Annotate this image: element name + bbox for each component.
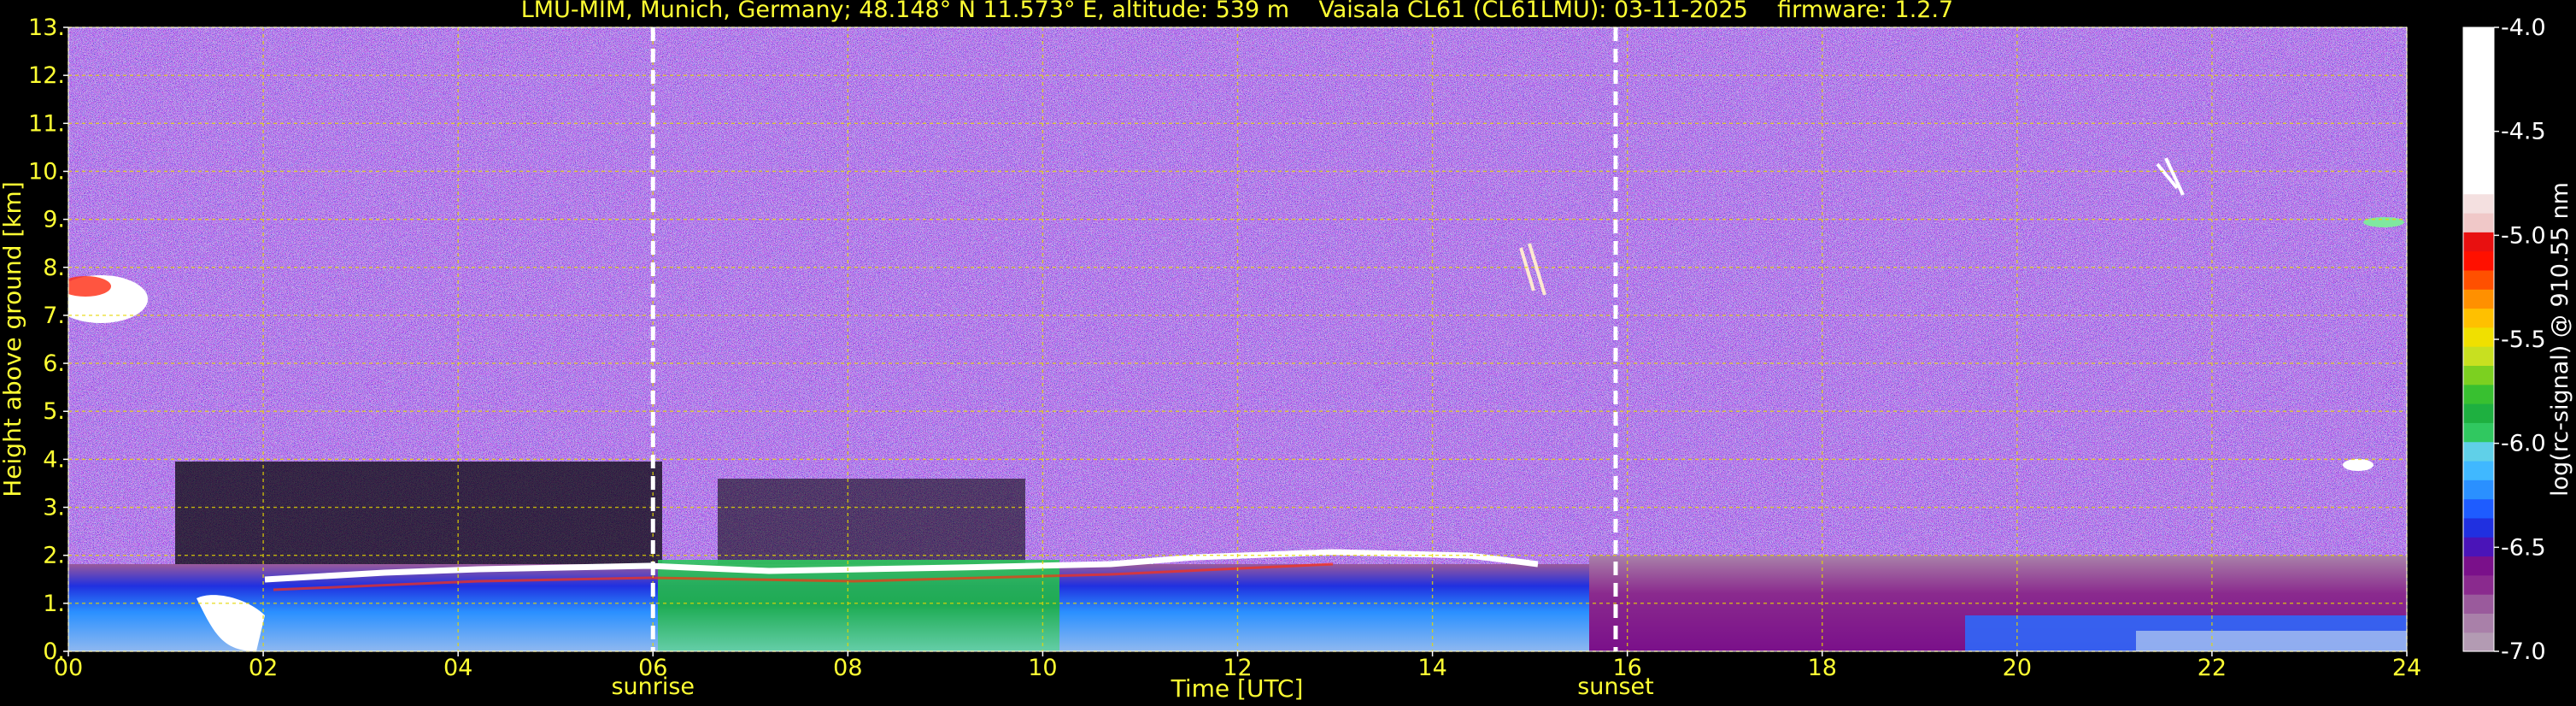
annotation-sunset: sunset xyxy=(1577,674,1654,700)
y-tick-label: 1. xyxy=(43,591,65,617)
colorbar-swatch xyxy=(2463,308,2494,328)
colorbar-swatch xyxy=(2463,27,2494,195)
y-tick-label: 2. xyxy=(43,543,65,569)
ceilometer-chart: 00 02 04 06 08 10 12 14 16 18 20 22 24 0.1.2.3.4.5.6… xyxy=(0,0,2573,703)
colorbar-tick-label: -5.0 xyxy=(2501,222,2546,249)
colorbar-swatch xyxy=(2463,537,2494,557)
boundary-layer-green xyxy=(658,560,1059,651)
colorbar-swatch xyxy=(2463,232,2494,252)
cloud-9km-24h xyxy=(2363,217,2404,227)
colorbar xyxy=(2462,26,2495,652)
chart-title: LMU-MIM, Munich, Germany; 48.148° N 11.5… xyxy=(521,0,1954,23)
y-tick-label: 0. xyxy=(43,638,65,665)
colorbar-tick-label: -7.0 xyxy=(2501,638,2546,665)
colorbar-swatch xyxy=(2463,517,2494,538)
colorbar-ticks: -7.0 -6.5 -6.0 -5.5 -5.0 -4.5 -4.0 xyxy=(2494,15,2546,665)
colorbar-tick-label: -4.0 xyxy=(2501,15,2546,41)
clear-air-region-2 xyxy=(718,479,1025,564)
colorbar-swatch xyxy=(2463,613,2494,633)
x-tick-label: 02 xyxy=(249,655,278,681)
annotation-sunrise: sunrise xyxy=(611,674,695,700)
colorbar-swatch xyxy=(2463,498,2494,519)
plot-area xyxy=(67,26,2408,652)
y-tick-label: 5. xyxy=(43,398,65,425)
y-tick-label: 13. xyxy=(28,15,65,41)
colorbar-swatch xyxy=(2463,269,2494,290)
y-tick-label: 6. xyxy=(43,350,65,377)
colorbar-swatch xyxy=(2463,441,2494,462)
x-tick-label: 08 xyxy=(833,655,862,681)
colorbar-tick-label: -5.5 xyxy=(2501,327,2546,353)
y-tick-label: 9. xyxy=(43,207,65,233)
colorbar-swatch xyxy=(2463,250,2494,271)
y-axis-label: Height above ground [km] xyxy=(0,181,26,497)
colorbar-swatch xyxy=(2463,384,2494,404)
colorbar-label: log(rc-signal) @ 910.55 nm xyxy=(2547,182,2573,497)
x-tick-label: 18 xyxy=(1808,655,1837,681)
colorbar-swatch xyxy=(2463,594,2494,614)
clear-air-region xyxy=(175,462,662,564)
colorbar-tick-label: -6.5 xyxy=(2501,534,2546,561)
cloud-4km-23h xyxy=(2343,459,2374,471)
y-tick-label: 10. xyxy=(28,158,65,185)
colorbar-swatch xyxy=(2463,403,2494,423)
colorbar-swatch xyxy=(2463,193,2494,214)
surface-light-evening xyxy=(2136,631,2407,651)
colorbar-tick-label: -6.0 xyxy=(2501,431,2546,457)
annotation-labels: sunrise sunset xyxy=(611,674,1653,700)
high-cloud-7km-edge xyxy=(68,276,111,297)
colorbar-swatch xyxy=(2463,212,2494,232)
x-tick-label: 22 xyxy=(2198,655,2227,681)
x-tick-label: 14 xyxy=(1417,655,1446,681)
colorbar-tick-label: -4.5 xyxy=(2501,119,2546,145)
y-tick-label: 3. xyxy=(43,495,65,521)
x-tick-label: 10 xyxy=(1028,655,1057,681)
y-axis-ticks: 0. 1. 2. 3. 4. 5. 6. 7. 8. 9. 10. 11. 12. 13. xyxy=(28,15,68,665)
y-tick-label: 7. xyxy=(43,303,65,329)
x-tick-label: 24 xyxy=(2392,655,2421,681)
colorbar-swatch xyxy=(2463,422,2494,443)
colorbar-swatch xyxy=(2463,556,2494,576)
colorbar-swatch xyxy=(2463,632,2494,652)
colorbar-swatch xyxy=(2463,365,2494,385)
colorbar-swatch xyxy=(2463,346,2494,367)
y-tick-label: 11. xyxy=(28,110,65,137)
colorbar-swatch xyxy=(2463,479,2494,500)
x-tick-label: 04 xyxy=(443,655,472,681)
x-tick-label: 20 xyxy=(2003,655,2032,681)
y-tick-label: 8. xyxy=(43,255,65,281)
colorbar-swatch xyxy=(2463,289,2494,309)
x-axis-label: Time [UTC] xyxy=(1171,674,1304,703)
colorbar-swatch xyxy=(2463,574,2494,595)
y-tick-label: 4. xyxy=(43,446,65,473)
colorbar-swatch xyxy=(2463,327,2494,347)
colorbar-swatch xyxy=(2463,460,2494,480)
y-tick-label: 12. xyxy=(28,62,65,89)
